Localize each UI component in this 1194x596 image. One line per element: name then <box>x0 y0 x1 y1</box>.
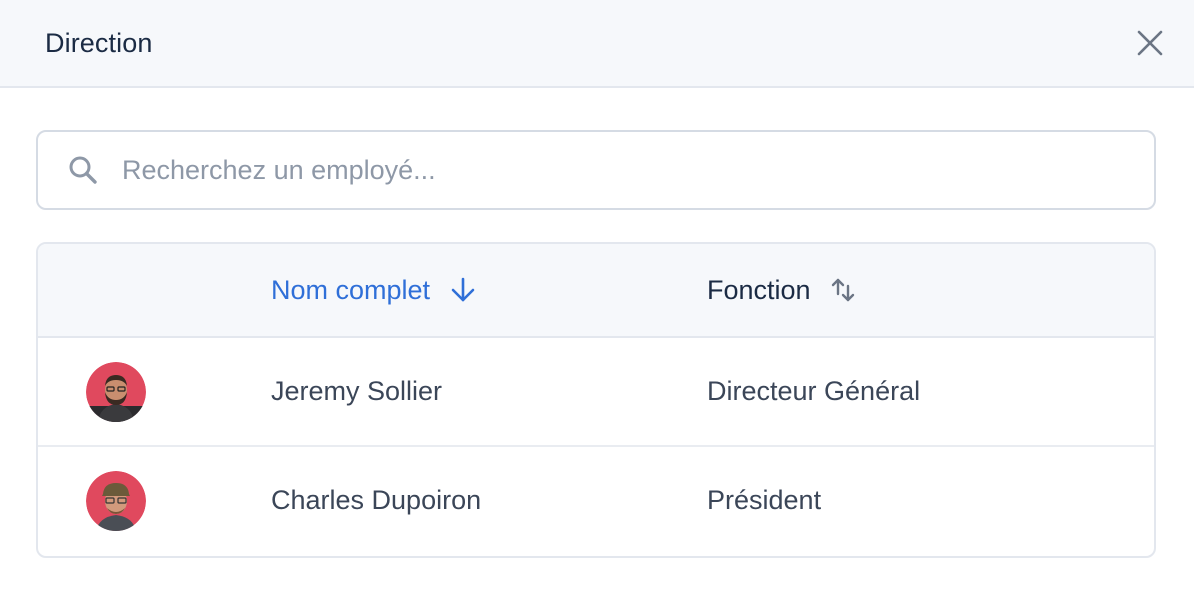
direction-modal: Direction Nom complet <box>0 0 1194 596</box>
employee-name: Jeremy Sollier <box>271 376 443 406</box>
modal-header: Direction <box>0 0 1194 88</box>
column-header-label: Nom complet <box>271 274 431 305</box>
search-input[interactable] <box>120 153 1084 187</box>
employee-name: Charles Dupoiron <box>271 485 482 515</box>
avatar <box>86 362 146 422</box>
column-header-full-name[interactable]: Nom complet <box>271 244 476 336</box>
table-row[interactable]: Jeremy Sollier Directeur Général <box>38 338 1154 447</box>
employee-table: Nom complet Fonction Jeremy Sollier Dire… <box>36 242 1156 558</box>
arrow-down-icon <box>450 276 476 304</box>
avatar <box>86 471 146 531</box>
column-header-function[interactable]: Fonction <box>707 244 855 336</box>
search-box[interactable] <box>36 130 1156 210</box>
close-icon <box>1137 30 1163 56</box>
table-header: Nom complet Fonction <box>38 244 1154 338</box>
employee-function: Président <box>707 485 822 515</box>
employee-function: Directeur Général <box>707 376 921 406</box>
search-icon <box>66 153 100 187</box>
sort-icon <box>831 276 855 304</box>
modal-title: Direction <box>45 27 153 58</box>
column-header-label: Fonction <box>707 274 811 305</box>
close-button[interactable] <box>1130 23 1170 63</box>
table-row[interactable]: Charles Dupoiron Président <box>38 447 1154 556</box>
